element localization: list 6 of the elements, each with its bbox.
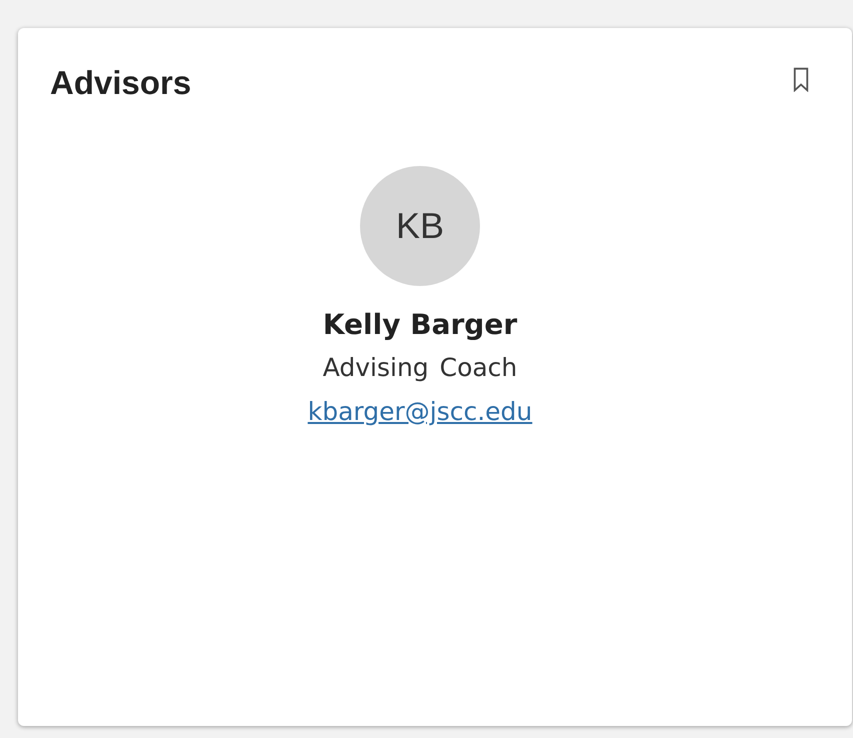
- advisor-name: Kelly Barger: [322, 308, 518, 342]
- advisor-role: Advising Coach: [322, 353, 518, 383]
- card-title: Advisors: [50, 64, 192, 102]
- bookmark-icon: [793, 66, 809, 92]
- email-link[interactable]: kbarger@jscc.edu: [308, 397, 532, 427]
- avatar-initials: KB: [360, 166, 480, 286]
